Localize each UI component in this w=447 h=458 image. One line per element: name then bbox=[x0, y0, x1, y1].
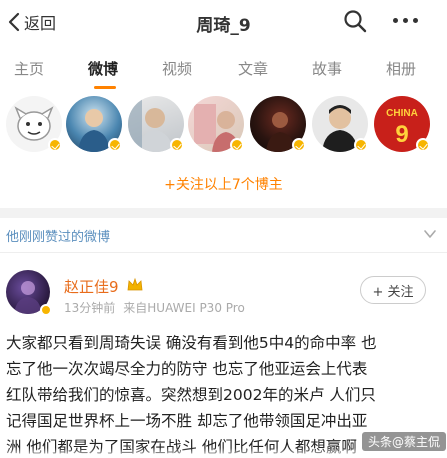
search-icon[interactable] bbox=[343, 9, 367, 33]
section-divider bbox=[0, 208, 447, 218]
tab-stories[interactable]: 故事 bbox=[312, 58, 342, 79]
tab-albums[interactable]: 相册 bbox=[386, 58, 416, 79]
follow-all-button[interactable]: +关注以上7个博主 bbox=[0, 174, 447, 194]
tab-home[interactable]: 主页 bbox=[14, 58, 44, 79]
tab-weibo[interactable]: 微博 bbox=[88, 58, 118, 79]
verified-badge-icon bbox=[40, 304, 52, 316]
post-text-line: 大家都只看到周琦失误 确没有看到他5中4的命中率 也 bbox=[6, 334, 377, 352]
verified-badge-icon bbox=[416, 138, 430, 152]
liked-section-header: 他刚刚赞过的微博 bbox=[6, 230, 111, 245]
tab-articles[interactable]: 文章 bbox=[238, 58, 268, 79]
top-bar: 返回 周琦_9 bbox=[0, 0, 447, 44]
recommended-users: CHINA 9 bbox=[0, 96, 447, 158]
post-source: 来自HUAWEI P30 Pro bbox=[123, 301, 245, 315]
verified-badge-icon bbox=[230, 138, 244, 152]
crown-icon bbox=[127, 277, 143, 291]
jersey-number: 9 bbox=[395, 121, 408, 148]
post-text-line: 红队带给我们的惊喜。突然想到2002年的米卢 人们只 bbox=[6, 386, 376, 404]
jersey-text: CHINA bbox=[386, 108, 418, 119]
post-text-line: 忘了他一次次竭尽全力的防守 也忘了他亚运会上代表 bbox=[6, 360, 368, 378]
post-meta: 13分钟前 来自HUAWEI P30 Pro bbox=[64, 299, 245, 316]
verified-badge-icon bbox=[354, 138, 368, 152]
verified-badge-icon bbox=[292, 138, 306, 152]
verified-badge-icon bbox=[48, 138, 62, 152]
tab-video[interactable]: 视频 bbox=[162, 58, 192, 79]
watermark: 头条@蔡主侃 bbox=[362, 432, 447, 451]
divider bbox=[0, 252, 447, 253]
verified-badge-icon bbox=[108, 138, 122, 152]
post-author-name[interactable]: 赵正佳9 bbox=[64, 276, 119, 297]
verified-badge-icon bbox=[170, 138, 184, 152]
profile-tabs: 主页 微博 视频 文章 故事 相册 bbox=[0, 52, 447, 89]
post-text-line: 记得国足世界杯上一场不胜 却忘了他带领国足冲出亚 bbox=[6, 412, 368, 430]
chevron-down-icon[interactable] bbox=[422, 226, 438, 242]
post-time: 13分钟前 bbox=[64, 301, 116, 315]
follow-button[interactable]: + 关注 bbox=[360, 276, 426, 304]
active-tab-indicator bbox=[94, 86, 116, 89]
page-title: 周琦_9 bbox=[196, 16, 251, 36]
more-icon[interactable] bbox=[393, 18, 418, 23]
